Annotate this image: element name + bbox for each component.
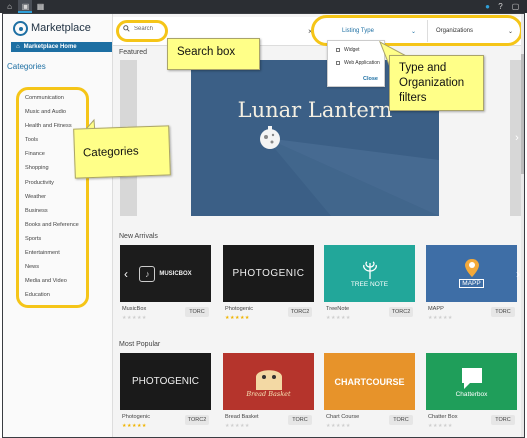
filters-callout-line-2: Organization (399, 77, 465, 89)
filters-callout-line-1: Type and (399, 62, 447, 74)
categories-callout-text: Categories (82, 145, 139, 160)
categories-callout: Categories (73, 125, 171, 179)
filters-callout: Type and Organization filters (389, 55, 484, 111)
filters-callout-line-3: filters (399, 92, 427, 104)
search-callout: Search box (167, 38, 260, 70)
search-callout-text: Search box (177, 46, 236, 58)
